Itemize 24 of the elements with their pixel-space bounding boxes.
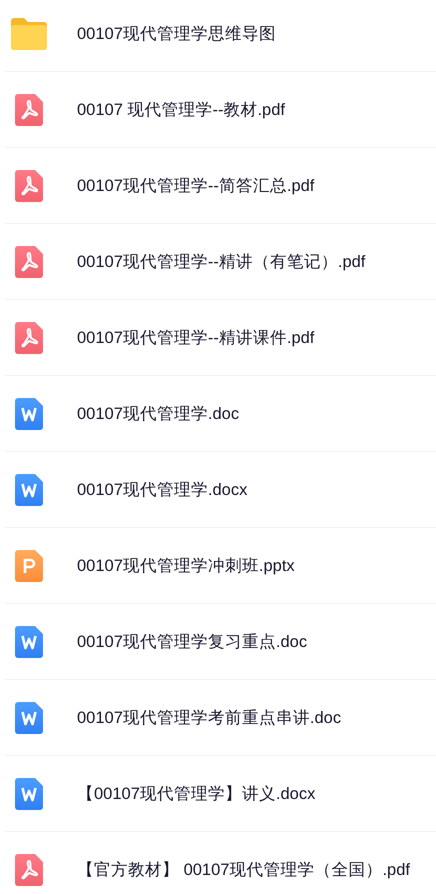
file-name[interactable]: 00107现代管理学--精讲（有笔记）.pdf xyxy=(77,250,366,272)
file-name[interactable]: 00107现代管理学--精讲课件.pdf xyxy=(77,326,314,348)
file-name[interactable]: 00107 现代管理学--教材.pdf xyxy=(77,98,285,120)
file-name[interactable]: 00107现代管理学思维导图 xyxy=(77,22,276,44)
word-file-icon xyxy=(15,702,43,734)
word-file-icon xyxy=(15,398,43,430)
slides-file-icon xyxy=(15,550,43,582)
file-name[interactable]: 【官方教材】 00107现代管理学（全国）.pdf xyxy=(77,858,410,880)
word-file-icon xyxy=(15,474,43,506)
file-name[interactable]: 00107现代管理学考前重点串讲.doc xyxy=(77,706,342,728)
pdf-file-icon xyxy=(15,854,43,886)
pdf-file-icon xyxy=(15,94,43,126)
file-name[interactable]: 00107现代管理学--简答汇总.pdf xyxy=(77,174,314,196)
file-name[interactable]: 00107现代管理学复习重点.doc xyxy=(77,630,308,652)
pdf-file-icon xyxy=(15,322,43,354)
word-file-icon xyxy=(15,626,43,658)
file-name[interactable]: 【00107现代管理学】讲义.docx xyxy=(77,782,316,804)
word-file-icon xyxy=(15,778,43,810)
pdf-file-icon xyxy=(15,170,43,202)
file-name[interactable]: 00107现代管理学冲刺班.pptx xyxy=(77,554,295,576)
file-name[interactable]: 00107现代管理学.doc xyxy=(77,402,240,424)
pdf-file-icon xyxy=(15,246,43,278)
file-name[interactable]: 00107现代管理学.docx xyxy=(77,478,248,500)
folder-icon xyxy=(11,18,47,50)
